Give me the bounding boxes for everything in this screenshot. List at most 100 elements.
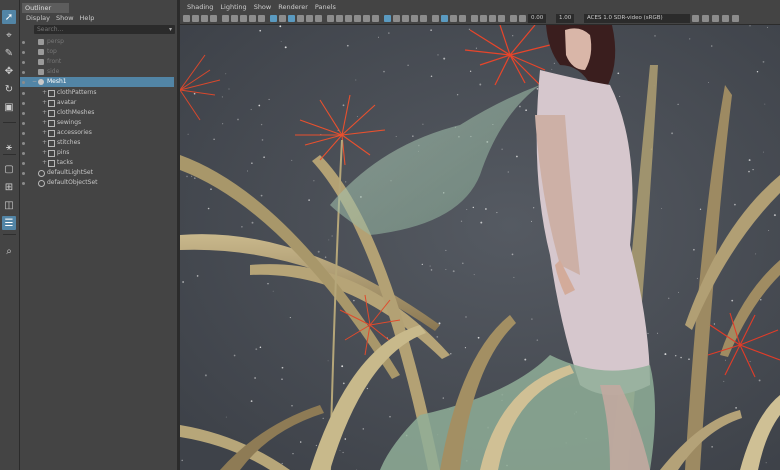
viewport-toolbar-button[interactable] <box>489 15 496 22</box>
viewport-toolbar-button[interactable] <box>712 15 719 22</box>
viewport-toolbar-button[interactable] <box>192 15 199 22</box>
viewport-toolbar-button[interactable] <box>480 15 487 22</box>
viewport-toolbar-button[interactable] <box>420 15 427 22</box>
lasso-tool-icon[interactable]: ⌖ <box>2 28 16 42</box>
outliner-tab[interactable]: Outliner <box>22 3 69 13</box>
3d-viewport[interactable] <box>180 25 780 470</box>
viewport-toolbar-button[interactable] <box>345 15 352 22</box>
viewport-toolbar-button[interactable] <box>459 15 466 22</box>
outliner-menu-display[interactable]: Display <box>26 13 50 23</box>
rotate-tool-icon[interactable]: ↻ <box>2 82 16 96</box>
four-view-layout-button[interactable]: ⊞ <box>2 180 16 194</box>
outliner-item-front[interactable]: front <box>20 57 174 67</box>
outliner-menu-show[interactable]: Show <box>56 13 74 23</box>
viewport-toolbar-button[interactable] <box>432 15 439 22</box>
viewport-toolbar-button[interactable] <box>702 15 709 22</box>
visibility-dot-icon[interactable] <box>22 61 25 65</box>
viewport-toolbar-button[interactable] <box>722 15 729 22</box>
visibility-dot-icon[interactable] <box>22 172 25 176</box>
viewport-toolbar-button[interactable] <box>240 15 247 22</box>
visibility-dot-icon[interactable] <box>22 91 25 95</box>
visibility-dot-icon[interactable] <box>22 101 25 105</box>
viewport-toolbar-button[interactable] <box>471 15 478 22</box>
expand-icon[interactable]: + <box>42 118 47 128</box>
viewport-toolbar-button[interactable] <box>315 15 322 22</box>
visibility-dot-icon[interactable] <box>22 81 25 85</box>
viewport-toolbar-button[interactable] <box>450 15 457 22</box>
outliner-item-clothpatterns[interactable]: + clothPatterns <box>20 88 174 98</box>
outliner-item-pins[interactable]: + pins <box>20 148 174 158</box>
move-tool-icon[interactable]: ✥ <box>2 64 16 78</box>
outliner-menu-help[interactable]: Help <box>80 13 95 23</box>
viewport-toolbar-button[interactable] <box>222 15 229 22</box>
soft-mod-tool-icon[interactable]: ⚹ <box>2 140 16 154</box>
expand-icon[interactable]: + <box>42 138 47 148</box>
viewport-toolbar-button[interactable] <box>510 15 517 22</box>
visibility-dot-icon[interactable] <box>22 111 25 115</box>
chevron-down-icon[interactable]: ▾ <box>169 25 172 34</box>
viewport-toolbar-button[interactable] <box>384 15 391 22</box>
viewport-toolbar-button[interactable] <box>519 15 526 22</box>
zoom-tool-icon[interactable]: ⌕ <box>2 244 16 258</box>
outliner-search-input[interactable] <box>34 25 157 34</box>
viewport-toolbar-button[interactable] <box>692 15 699 22</box>
viewport-toolbar-button[interactable] <box>210 15 217 22</box>
viewport-toolbar-button[interactable] <box>498 15 505 22</box>
viewport-toolbar-button[interactable] <box>231 15 238 22</box>
viewport-toolbar-button[interactable] <box>249 15 256 22</box>
viewport-menu-panels[interactable]: Panels <box>315 3 336 11</box>
visibility-dot-icon[interactable] <box>22 51 25 55</box>
expand-icon[interactable]: + <box>42 88 47 98</box>
visibility-dot-icon[interactable] <box>22 162 25 166</box>
outliner-item-tacks[interactable]: + tacks <box>20 158 174 168</box>
viewport-toolbar-button[interactable] <box>201 15 208 22</box>
viewport-toolbar-button[interactable] <box>363 15 370 22</box>
outliner-item-defaultobjectset[interactable]: defaultObjectSet <box>20 178 174 188</box>
paint-select-tool-icon[interactable]: ✎ <box>2 46 16 60</box>
expand-icon[interactable]: + <box>42 128 47 138</box>
visibility-dot-icon[interactable] <box>22 71 25 75</box>
outliner-item-accessories[interactable]: + accessories <box>20 128 174 138</box>
outliner-item-mesh1[interactable]: − Mesh1 <box>20 77 174 88</box>
viewport-toolbar-button[interactable] <box>327 15 334 22</box>
viewport-toolbar-button[interactable] <box>279 15 286 22</box>
viewport-menu-shading[interactable]: Shading <box>187 3 213 11</box>
viewport-toolbar-button[interactable] <box>258 15 265 22</box>
two-view-layout-button[interactable]: ◫ <box>2 198 16 212</box>
viewport-toolbar-button[interactable] <box>336 15 343 22</box>
outliner-item-avatar[interactable]: + avatar <box>20 98 174 108</box>
outliner-item-clothmeshes[interactable]: + clothMeshes <box>20 108 174 118</box>
viewport-toolbar-button[interactable] <box>402 15 409 22</box>
color-space-dropdown[interactable]: ACES 1.0 SDR-video (sRGB) <box>584 14 690 23</box>
viewport-toolbar-button[interactable] <box>441 15 448 22</box>
viewport-toolbar-button[interactable] <box>732 15 739 22</box>
viewport-toolbar-button[interactable] <box>354 15 361 22</box>
outliner-layout-button[interactable]: ☰ <box>2 216 16 230</box>
viewport-toolbar-button[interactable] <box>411 15 418 22</box>
outliner-item-sewings[interactable]: + sewings <box>20 118 174 128</box>
visibility-dot-icon[interactable] <box>22 121 25 125</box>
outliner-item-stitches[interactable]: + stitches <box>20 138 174 148</box>
visibility-dot-icon[interactable] <box>22 152 25 156</box>
scale-tool-icon[interactable]: ▣ <box>2 100 16 114</box>
outliner-search[interactable]: ▾ <box>34 25 175 34</box>
viewport-menu-renderer[interactable]: Renderer <box>278 3 308 11</box>
viewport-toolbar-button[interactable] <box>372 15 379 22</box>
expand-icon[interactable]: + <box>42 158 47 168</box>
outliner-item-persp[interactable]: persp <box>20 37 174 47</box>
viewport-toolbar-button[interactable] <box>183 15 190 22</box>
expand-icon[interactable]: + <box>42 98 47 108</box>
outliner-item-side[interactable]: side <box>20 67 174 77</box>
viewport-toolbar-button[interactable] <box>270 15 277 22</box>
viewport-toolbar-button[interactable] <box>297 15 304 22</box>
expand-icon[interactable]: + <box>42 108 47 118</box>
visibility-dot-icon[interactable] <box>22 41 25 44</box>
viewport-toolbar-button[interactable] <box>306 15 313 22</box>
outliner-item-defaultlightset[interactable]: defaultLightSet <box>20 168 174 178</box>
gamma-field[interactable]: 1.00 <box>556 14 575 23</box>
viewport-menu-show[interactable]: Show <box>254 3 272 11</box>
expand-icon[interactable]: + <box>42 148 47 158</box>
visibility-dot-icon[interactable] <box>22 142 25 145</box>
exposure-field[interactable]: 0.00 <box>528 14 547 23</box>
visibility-dot-icon[interactable] <box>22 131 25 135</box>
